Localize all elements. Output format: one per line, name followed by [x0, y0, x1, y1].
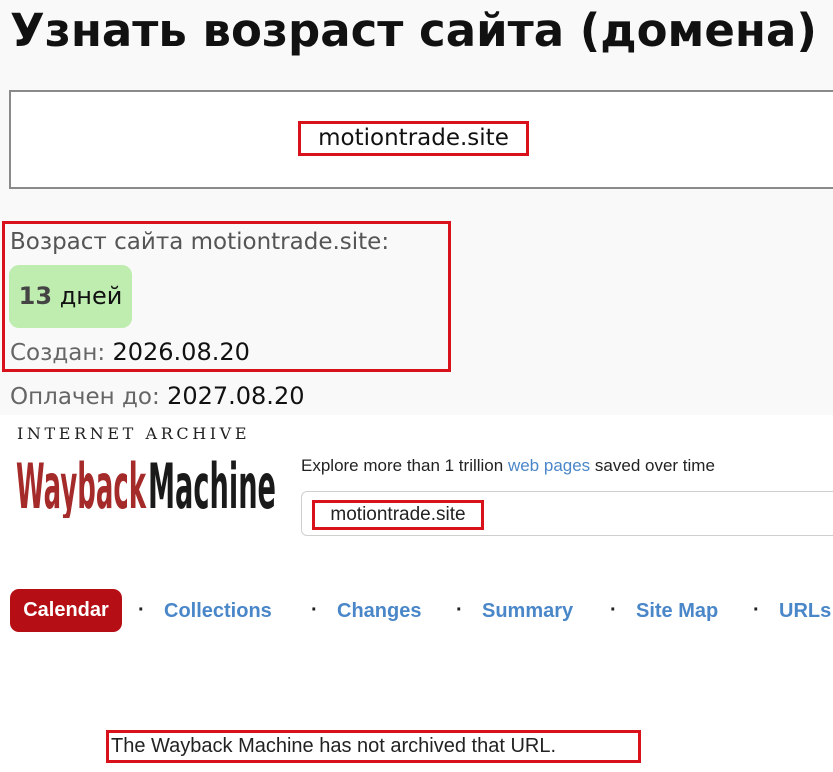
tab-summary[interactable]: Summary	[482, 598, 573, 624]
nav-separator: ·	[753, 599, 760, 621]
internet-archive-text: INTERNET ARCHIVE	[17, 424, 251, 443]
tab-calendar[interactable]: Calendar	[10, 589, 122, 632]
age-label: Возраст сайта motiontrade.site:	[10, 229, 390, 255]
nav-separator: ·	[311, 599, 318, 621]
tab-urls[interactable]: URLs	[779, 598, 831, 624]
svg-text:Wayback: Wayback	[16, 450, 147, 518]
wayback-search-value[interactable]: motiontrade.site	[312, 500, 484, 530]
explore-text: Explore more than 1 trillion web pages s…	[301, 456, 715, 475]
wayback-machine-logo[interactable]: Wayback Machine	[16, 448, 278, 518]
age-number: 13	[18, 282, 53, 310]
nav-separator: ·	[138, 599, 145, 621]
paid-until-date: Оплачен до: 2027.08.20	[10, 381, 304, 412]
tab-site-map[interactable]: Site Map	[636, 598, 718, 624]
paid-value: 2027.08.20	[167, 382, 305, 410]
tab-changes[interactable]: Changes	[337, 598, 421, 624]
not-archived-message: The Wayback Machine has not archived tha…	[106, 730, 641, 763]
age-badge: 13 дней	[9, 265, 132, 328]
tab-collections[interactable]: Collections	[164, 598, 272, 624]
created-date: Создан: 2026.08.20	[10, 337, 250, 368]
page-title: Узнать возраст сайта (домена)	[10, 4, 817, 57]
created-label: Создан:	[10, 340, 106, 366]
svg-text:Machine: Machine	[148, 450, 276, 518]
age-unit: дней	[59, 282, 123, 310]
paid-label: Оплачен до:	[10, 384, 160, 410]
nav-separator: ·	[456, 599, 463, 621]
web-pages-link[interactable]: web pages	[508, 456, 590, 475]
created-value: 2026.08.20	[112, 338, 250, 366]
nav-separator: ·	[610, 599, 617, 621]
domain-input-value[interactable]: motiontrade.site	[298, 121, 529, 156]
